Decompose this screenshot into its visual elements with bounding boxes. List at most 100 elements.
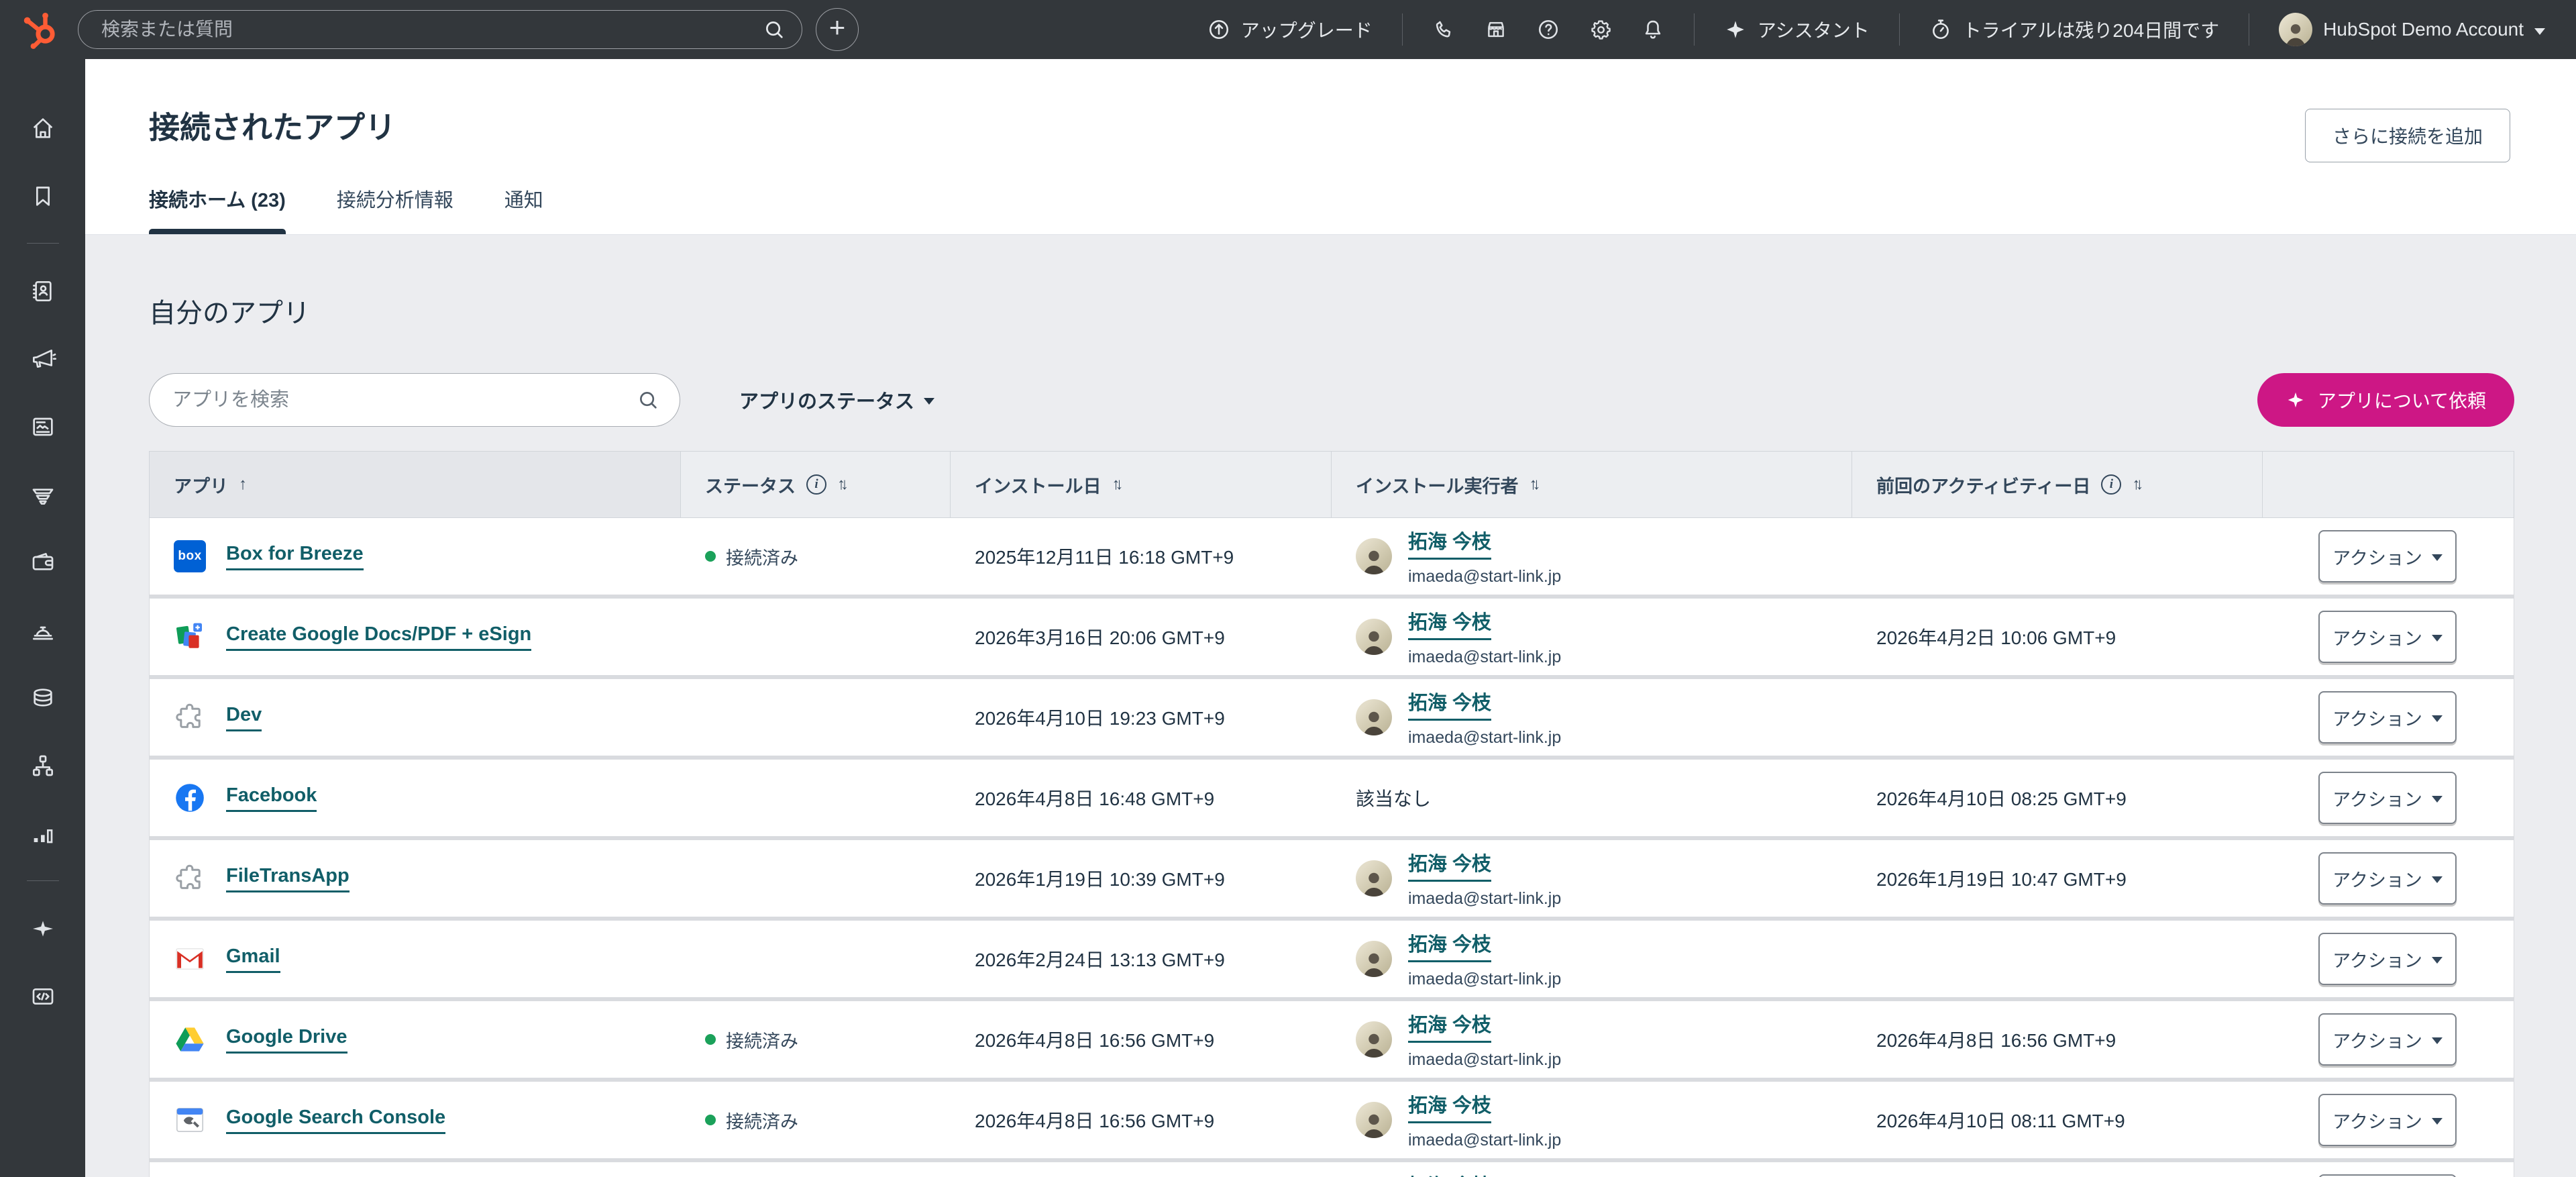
database-icon: [30, 684, 56, 711]
sidebar-item-contacts[interactable]: [0, 257, 85, 325]
installer-avatar: [1356, 538, 1392, 574]
install-date: 2026年1月19日 10:39 GMT+9: [975, 865, 1225, 892]
chevron-down-icon: [924, 398, 934, 405]
sidebar-item-reporting[interactable]: [0, 799, 85, 867]
actions-dropdown-button[interactable]: アクション: [2318, 691, 2457, 744]
tab-2[interactable]: 通知: [504, 185, 543, 234]
notifications-button[interactable]: [1642, 18, 1664, 41]
tab-0[interactable]: 接続ホーム (23): [149, 185, 286, 234]
add-connection-button[interactable]: さらに接続を追加: [2305, 109, 2510, 162]
request-app-button[interactable]: アプリについて依頼: [2257, 373, 2514, 427]
sidebar-item-data[interactable]: [0, 664, 85, 731]
sparkle-icon: [30, 915, 56, 942]
actions-dropdown-button[interactable]: アクション: [2318, 933, 2457, 985]
installer-name-link[interactable]: 拓海 今枝: [1408, 1170, 1491, 1177]
left-sidebar-nav: [0, 59, 85, 1177]
info-icon[interactable]: i: [2101, 474, 2121, 495]
chevron-down-icon: [2432, 554, 2443, 561]
chevron-down-icon: [2432, 1118, 2443, 1125]
installer-cell: 該当なし: [1332, 760, 1852, 836]
installer-name-link[interactable]: 拓海 今枝: [1408, 607, 1491, 640]
column-header-status[interactable]: ステータス i ↑↓: [681, 452, 951, 517]
app-search-bar[interactable]: [149, 373, 680, 427]
bar-chart-icon: [30, 820, 56, 847]
calling-button[interactable]: [1432, 18, 1455, 41]
chevron-down-icon: [2432, 957, 2443, 964]
install-date: 2026年2月24日 13:13 GMT+9: [975, 945, 1225, 972]
app-link[interactable]: Dev: [226, 704, 262, 731]
install-date-cell: 2025年12月11日 16:18 GMT+9: [951, 518, 1332, 595]
sidebar-item-developer[interactable]: [0, 962, 85, 1030]
tab-1[interactable]: 接続分析情報: [337, 185, 453, 234]
sidebar-item-automations[interactable]: [0, 731, 85, 799]
settings-button[interactable]: [1589, 18, 1612, 41]
sort-icon: ↑↓: [1112, 475, 1123, 494]
app-cell: [150, 1162, 681, 1177]
hubspot-sprocket-logo-icon[interactable]: [19, 9, 60, 50]
box-logo: box: [174, 540, 206, 572]
plus-icon: +: [829, 13, 846, 42]
app-cell: Create Google Docs/PDF + eSign: [150, 599, 681, 675]
actions-cell: アクション: [2263, 518, 2512, 595]
help-button[interactable]: [1537, 18, 1560, 41]
app-link[interactable]: Gmail: [226, 945, 280, 973]
actions-dropdown-button[interactable]: アクション: [2318, 772, 2457, 824]
installer-name-link[interactable]: 拓海 今枝: [1408, 1090, 1491, 1123]
app-link[interactable]: Google Search Console: [226, 1107, 445, 1134]
sidebar-item-service[interactable]: [0, 596, 85, 664]
table-row: Dev 2026年4月10日 19:23 GMT+9 拓海 今枝imaeda@sta…: [149, 679, 2514, 760]
actions-label: アクション: [2332, 1027, 2422, 1053]
actions-dropdown-button[interactable]: アクション: [2318, 852, 2457, 905]
status-cell: [681, 760, 951, 836]
column-header-installer[interactable]: インストール実行者 ↑↓: [1332, 452, 1852, 517]
sidebar-item-commerce[interactable]: [0, 528, 85, 596]
upgrade-button[interactable]: アップグレード: [1208, 16, 1373, 43]
sidebar-item-content[interactable]: [0, 393, 85, 460]
sidebar-item-bookmarks[interactable]: [0, 162, 85, 229]
table-controls: アプリのステータス アプリについて依頼: [149, 373, 2514, 427]
install-date: 2026年4月10日 19:23 GMT+9: [975, 704, 1225, 731]
installer-name-link[interactable]: 拓海 今枝: [1408, 929, 1491, 962]
column-header-installed[interactable]: インストール日 ↑↓: [951, 452, 1332, 517]
contacts-icon: [30, 278, 56, 305]
table-row: Google Search Console接続済み2026年4月8日 16:56…: [149, 1082, 2514, 1162]
status-cell: [681, 679, 951, 756]
global-search-input[interactable]: [101, 19, 751, 40]
topbar-divider: [1694, 13, 1695, 46]
actions-dropdown-button[interactable]: アクション: [2318, 530, 2457, 582]
assistant-button[interactable]: アシスタント: [1724, 16, 1870, 43]
installer-name-link[interactable]: 拓海 今枝: [1408, 526, 1491, 560]
installer-name-link[interactable]: 拓海 今枝: [1408, 848, 1491, 882]
app-link[interactable]: FileTransApp: [226, 865, 350, 892]
bell-icon: [1642, 18, 1664, 41]
app-link[interactable]: Facebook: [226, 784, 317, 812]
installer-name-link[interactable]: 拓海 今枝: [1408, 1009, 1491, 1043]
app-search-input[interactable]: [172, 389, 637, 411]
sidebar-item-home[interactable]: [0, 94, 85, 162]
sidebar-item-marketing[interactable]: [0, 325, 85, 393]
column-header-last-activity[interactable]: 前回のアクティビティー日 i ↑↓: [1852, 452, 2263, 517]
app-cell: Google Search Console: [150, 1082, 681, 1158]
app-link[interactable]: Google Drive: [226, 1026, 347, 1054]
actions-dropdown-button[interactable]: アクション: [2318, 1174, 2457, 1177]
app-status-filter[interactable]: アプリのステータス: [739, 386, 934, 414]
info-icon[interactable]: i: [806, 474, 826, 495]
app-link[interactable]: Box for Breeze: [226, 543, 364, 570]
quick-create-button[interactable]: +: [816, 8, 859, 51]
app-link[interactable]: Create Google Docs/PDF + eSign: [226, 623, 531, 651]
marketplace-button[interactable]: [1485, 18, 1507, 41]
global-search-bar[interactable]: [78, 10, 802, 49]
actions-dropdown-button[interactable]: アクション: [2318, 1094, 2457, 1146]
installer-cell: 拓海 今枝imaeda@start-link.jp: [1332, 679, 1852, 756]
account-menu[interactable]: HubSpot Demo Account: [2279, 13, 2545, 46]
actions-dropdown-button[interactable]: アクション: [2318, 611, 2457, 663]
column-header-app[interactable]: アプリ ↑: [150, 452, 681, 517]
sidebar-item-sales[interactable]: [0, 460, 85, 528]
page-header: 接続されたアプリ さらに接続を追加 接続ホーム (23)接続分析情報通知: [85, 59, 2576, 235]
chevron-down-icon: [2534, 28, 2545, 35]
actions-dropdown-button[interactable]: アクション: [2318, 1013, 2457, 1066]
sidebar-item-ai-assistant[interactable]: [0, 894, 85, 962]
installer-name-link[interactable]: 拓海 今枝: [1408, 687, 1491, 721]
last-activity-cell: [1852, 518, 2263, 595]
last-activity-date: 2026年4月8日 16:56 GMT+9: [1876, 1026, 2116, 1053]
